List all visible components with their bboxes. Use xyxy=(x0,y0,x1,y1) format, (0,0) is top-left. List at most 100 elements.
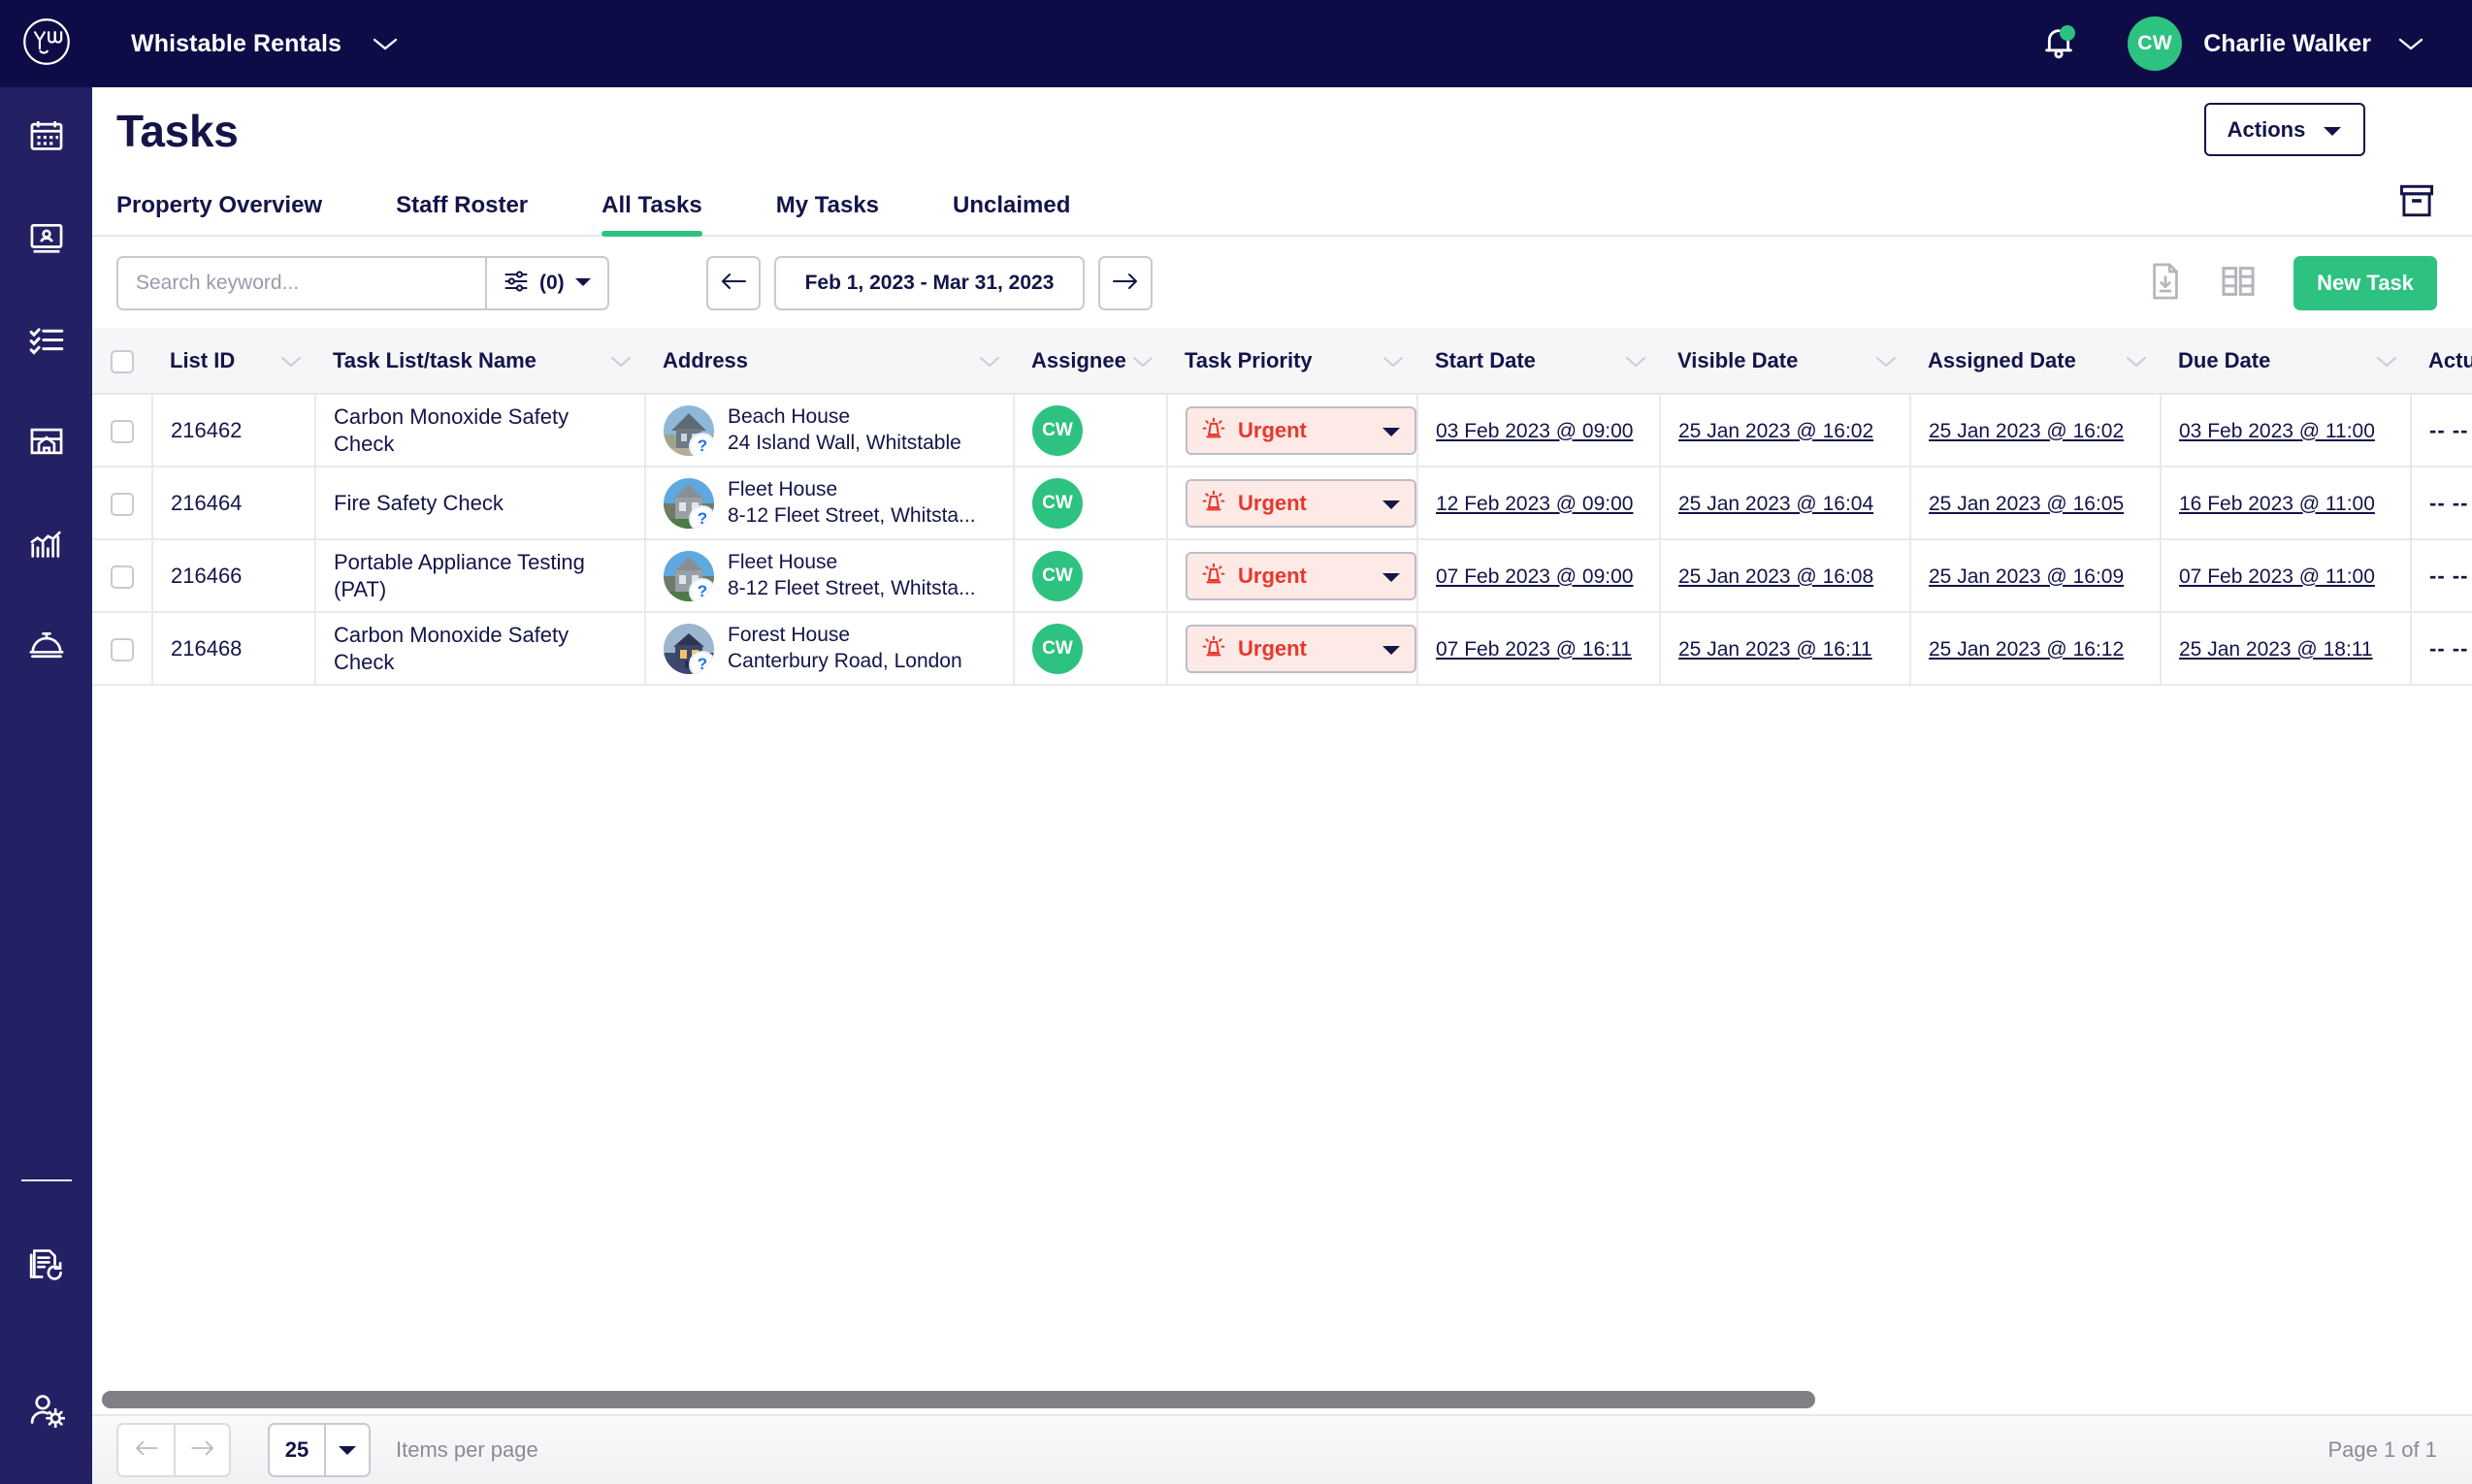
priority-dropdown[interactable]: Urgent xyxy=(1186,478,1416,528)
user-menu-chevron-down-icon[interactable] xyxy=(2396,35,2425,52)
property-icon xyxy=(28,423,65,465)
horizontal-scrollbar[interactable] xyxy=(92,1385,2472,1414)
notifications-button[interactable] xyxy=(2031,16,2087,72)
assigned-date-link[interactable]: 25 Jan 2023 @ 16:05 xyxy=(1929,493,2124,515)
assigned-date-link[interactable]: 25 Jan 2023 @ 16:09 xyxy=(1929,565,2124,588)
priority-dropdown[interactable]: Urgent xyxy=(1186,551,1416,600)
due-date-link[interactable]: 03 Feb 2023 @ 11:00 xyxy=(2179,420,2375,442)
property-info-badge[interactable]: ? xyxy=(689,650,714,674)
cell-start-date: 12 Feb 2023 @ 09:00 xyxy=(1417,467,1661,540)
sort-chevron-down-icon[interactable] xyxy=(1132,348,1154,373)
visible-date-link[interactable]: 25 Jan 2023 @ 16:08 xyxy=(1678,565,1873,588)
select-all-checkbox[interactable] xyxy=(111,349,134,373)
priority-caret-down-icon[interactable] xyxy=(1382,564,1401,589)
sidebar-item-services[interactable] xyxy=(0,597,92,698)
sidebar-item-tasks[interactable] xyxy=(0,291,92,393)
sort-chevron-down-icon[interactable] xyxy=(280,348,302,373)
priority-caret-down-icon[interactable] xyxy=(1382,418,1401,443)
row-checkbox[interactable] xyxy=(110,492,134,516)
pagination-next-button[interactable] xyxy=(174,1425,229,1475)
sidebar-item-properties[interactable] xyxy=(0,393,92,495)
column-header-task-priority[interactable]: Task Priority xyxy=(1167,328,1417,395)
row-checkbox[interactable] xyxy=(110,637,134,661)
sidebar-item-calendar[interactable] xyxy=(0,87,92,189)
property-info-badge[interactable]: ? xyxy=(689,432,714,456)
column-header-address[interactable]: Address xyxy=(645,328,1014,395)
pagination-prev-button[interactable] xyxy=(118,1425,174,1475)
sidebar-item-staff[interactable] xyxy=(0,189,92,291)
sort-chevron-down-icon[interactable] xyxy=(610,348,632,373)
items-per-page-select[interactable]: 25 xyxy=(268,1423,371,1477)
cell-list-id: 216462 xyxy=(152,394,316,468)
cell-start-date: 07 Feb 2023 @ 16:11 xyxy=(1417,612,1661,686)
table-row[interactable]: 216466 Portable Appliance Testing (PAT) xyxy=(92,539,2472,613)
assignee-avatar[interactable]: CW xyxy=(1032,404,1083,456)
due-date-link[interactable]: 16 Feb 2023 @ 11:00 xyxy=(2179,493,2375,515)
sort-chevron-down-icon[interactable] xyxy=(2126,348,2147,373)
visible-date-link[interactable]: 25 Jan 2023 @ 16:04 xyxy=(1678,493,1873,515)
avatar[interactable]: CW xyxy=(2128,16,2183,71)
column-header-list-id[interactable]: List ID xyxy=(152,328,315,395)
tab-unclaimed[interactable]: Unclaimed xyxy=(953,192,1070,235)
tasks-table-scroll-container[interactable]: List ID Task List/task Name Address Assi… xyxy=(92,328,2472,1414)
filter-button[interactable]: (0) xyxy=(485,258,607,308)
archive-box-icon[interactable] xyxy=(2396,183,2437,223)
tab-staff-roster[interactable]: Staff Roster xyxy=(396,192,528,235)
sort-chevron-down-icon[interactable] xyxy=(1382,348,1404,373)
tab-all-tasks[interactable]: All Tasks xyxy=(602,192,702,237)
column-header-visible-date[interactable]: Visible Date xyxy=(1660,328,1910,395)
sort-chevron-down-icon[interactable] xyxy=(1875,348,1897,373)
table-row[interactable]: 216468 Carbon Monoxide Safety Check ? Fo… xyxy=(92,612,2472,686)
table-row[interactable]: 216462 Carbon Monoxide Safety Check ? Be… xyxy=(92,394,2472,468)
assignee-avatar[interactable]: CW xyxy=(1032,477,1083,529)
app-logo[interactable] xyxy=(0,16,92,72)
sidebar-item-audit-log[interactable] xyxy=(0,1193,92,1339)
column-header-actual[interactable]: Actual xyxy=(2411,328,2472,395)
column-header-task-name[interactable]: Task List/task Name xyxy=(315,328,645,395)
search-input[interactable] xyxy=(118,258,485,308)
property-info-badge[interactable]: ? xyxy=(689,504,714,529)
start-date-link[interactable]: 03 Feb 2023 @ 09:00 xyxy=(1436,420,1633,442)
sidebar-item-account-settings[interactable] xyxy=(0,1339,92,1484)
due-date-link[interactable]: 25 Jan 2023 @ 18:11 xyxy=(2179,638,2373,661)
new-task-button[interactable]: New Task xyxy=(2293,256,2437,310)
tab-property-overview[interactable]: Property Overview xyxy=(116,192,322,235)
start-date-link[interactable]: 07 Feb 2023 @ 16:11 xyxy=(1436,638,1632,661)
pagination-bar: 25 Items per page Page 1 of 1 xyxy=(92,1414,2472,1484)
date-range-selector[interactable]: Feb 1, 2023 - Mar 31, 2023 xyxy=(774,256,1085,310)
column-settings-button[interactable] xyxy=(2220,263,2257,305)
assigned-date-link[interactable]: 25 Jan 2023 @ 16:02 xyxy=(1929,420,2124,442)
column-header-assigned-date[interactable]: Assigned Date xyxy=(1910,328,2161,395)
sort-chevron-down-icon[interactable] xyxy=(979,348,1000,373)
due-date-link[interactable]: 07 Feb 2023 @ 11:00 xyxy=(2179,565,2375,588)
table-row[interactable]: 216464 Fire Safety Check ? Fleet House 8… xyxy=(92,467,2472,540)
assignee-avatar[interactable]: CW xyxy=(1032,550,1083,601)
tab-my-tasks[interactable]: My Tasks xyxy=(776,192,879,235)
horizontal-scrollbar-thumb[interactable] xyxy=(102,1391,1815,1408)
date-range-next-button[interactable] xyxy=(1098,256,1153,310)
export-button[interactable] xyxy=(2148,262,2183,306)
start-date-link[interactable]: 12 Feb 2023 @ 09:00 xyxy=(1436,493,1633,515)
visible-date-link[interactable]: 25 Jan 2023 @ 16:02 xyxy=(1678,420,1873,442)
sort-chevron-down-icon[interactable] xyxy=(2376,348,2397,373)
sort-chevron-down-icon[interactable] xyxy=(1625,348,1646,373)
property-info-badge[interactable]: ? xyxy=(689,577,714,601)
sidebar-item-reports[interactable] xyxy=(0,495,92,597)
priority-caret-down-icon[interactable] xyxy=(1382,491,1401,516)
column-header-start-date[interactable]: Start Date xyxy=(1417,328,1660,395)
priority-dropdown[interactable]: Urgent xyxy=(1186,624,1416,673)
assignee-avatar[interactable]: CW xyxy=(1032,623,1083,674)
date-range-prev-button[interactable] xyxy=(706,256,761,310)
column-header-assignee[interactable]: Assignee xyxy=(1014,328,1167,395)
column-header-due-date[interactable]: Due Date xyxy=(2161,328,2411,395)
organization-switcher-chevron-down-icon[interactable] xyxy=(371,35,400,52)
row-checkbox[interactable] xyxy=(110,565,134,589)
assigned-date-link[interactable]: 25 Jan 2023 @ 16:12 xyxy=(1929,638,2124,661)
actions-button[interactable]: Actions xyxy=(2204,103,2365,156)
visible-date-link[interactable]: 25 Jan 2023 @ 16:11 xyxy=(1678,638,1872,661)
items-per-page-caret-down-icon[interactable] xyxy=(324,1425,369,1475)
priority-dropdown[interactable]: Urgent xyxy=(1186,405,1416,455)
priority-caret-down-icon[interactable] xyxy=(1382,636,1401,661)
start-date-link[interactable]: 07 Feb 2023 @ 09:00 xyxy=(1436,565,1633,588)
row-checkbox[interactable] xyxy=(110,419,134,443)
